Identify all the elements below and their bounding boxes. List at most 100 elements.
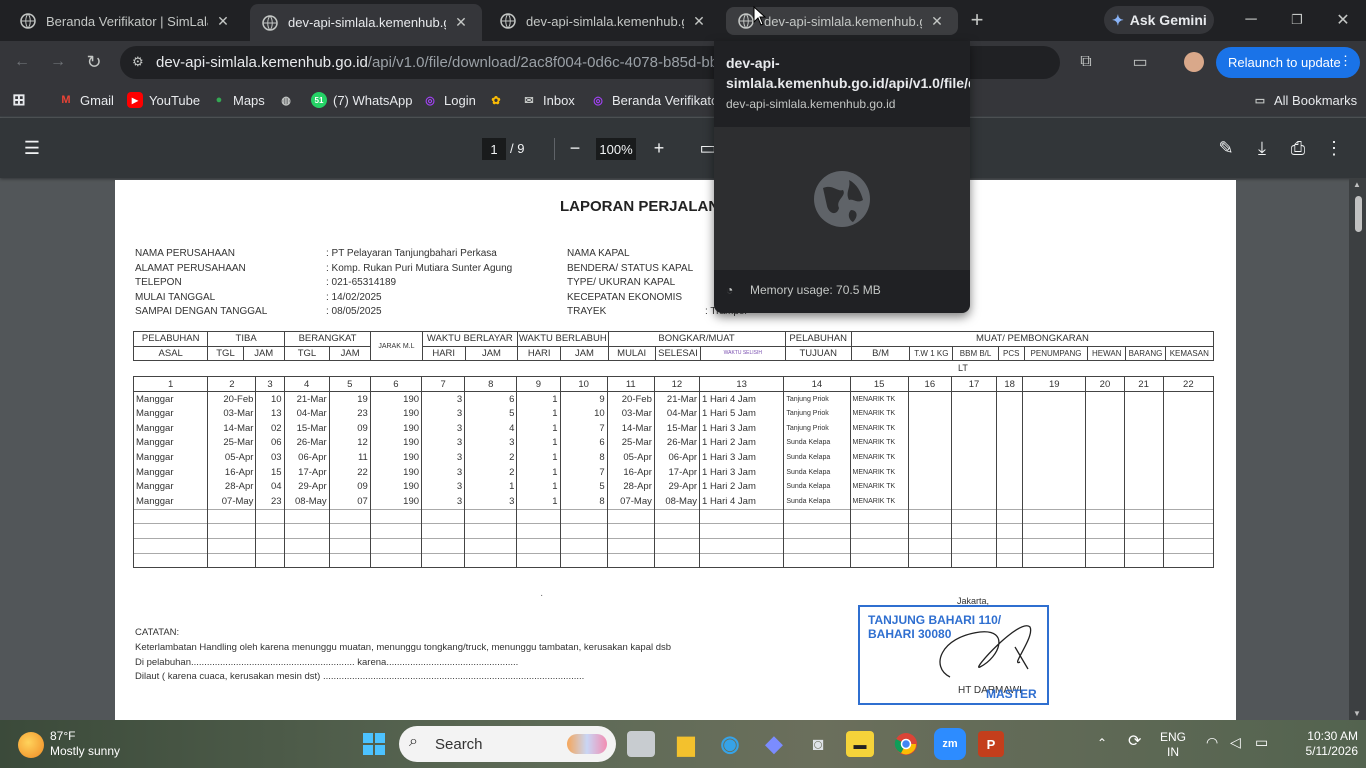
table-cell: [783, 552, 851, 569]
taskbar-search[interactable]: ⌕ Search: [399, 726, 616, 762]
table-cell: [1162, 435, 1215, 451]
cast-icon[interactable]: ▭: [1125, 47, 1155, 77]
reload-button[interactable]: ↻: [79, 47, 109, 77]
file-explorer-icon[interactable]: ▆: [670, 728, 702, 760]
table-cell: 3: [421, 450, 466, 465]
weather-sun-icon[interactable]: [18, 732, 44, 758]
bookmark-beranda[interactable]: ◎ Beranda Verifikator: [590, 92, 722, 108]
close-icon[interactable]: ✕: [928, 12, 946, 30]
annotate-icon[interactable]: ✎: [1211, 133, 1241, 163]
ask-gemini-button[interactable]: ✦ Ask Gemini: [1104, 6, 1214, 34]
site-info-icon[interactable]: ⚙: [132, 54, 144, 70]
camera-icon[interactable]: ◙: [802, 728, 834, 760]
scrollbar-thumb[interactable]: [1355, 196, 1362, 232]
bookmark-gmail[interactable]: M Gmail: [58, 92, 114, 108]
table-cell: [1022, 406, 1087, 421]
table-cell: 23: [255, 494, 285, 509]
close-icon[interactable]: ✕: [214, 12, 232, 30]
table-cell: 6: [559, 435, 608, 451]
table-cell: [1022, 508, 1087, 524]
clock[interactable]: 10:30 AM 5/11/2026: [1288, 729, 1359, 759]
weather-desc[interactable]: Mostly sunny: [50, 744, 120, 758]
scroll-down-icon[interactable]: ▼: [1353, 709, 1361, 718]
column-number: 19: [1022, 376, 1087, 392]
bookmark-globe[interactable]: ◍: [278, 92, 300, 108]
table-cell: 190: [369, 494, 423, 509]
bookmark-youtube[interactable]: ▶ YouTube: [127, 92, 200, 108]
table-cell: [907, 450, 952, 465]
zoom-out-button[interactable]: −: [560, 133, 590, 163]
column-number: 6: [369, 376, 423, 392]
table-cell: 25-Mar: [207, 435, 257, 451]
blank-row: [132, 523, 1215, 539]
minimize-button[interactable]: ─: [1236, 5, 1266, 35]
wifi-icon[interactable]: ◠: [1206, 735, 1218, 750]
tab-download-1[interactable]: dev-api-simlala.kemenhub.go.id ✕: [250, 4, 482, 41]
tab-download-2[interactable]: dev-api-simlala.kemenhub.go.id ✕: [488, 7, 720, 35]
profile-avatar[interactable]: [1179, 47, 1209, 77]
zoom-input[interactable]: 100%: [596, 138, 636, 160]
apps-icon[interactable]: ⊞: [11, 92, 33, 109]
weather-temp[interactable]: 87°F: [50, 729, 75, 743]
tab-beranda[interactable]: Beranda Verifikator | SimLala ✕: [8, 7, 244, 35]
bookmarks-bar: ⊞ M Gmail ▶ YouTube ● Maps ◍ 51 (7) WhatsApp…: [0, 84, 1366, 117]
language-indicator[interactable]: ENG IN: [1160, 730, 1186, 760]
relaunch-button[interactable]: Relaunch to update ⋮: [1216, 47, 1360, 78]
bookmark-inbox[interactable]: ✉ Inbox: [521, 92, 574, 108]
table-cell: 190: [369, 450, 423, 465]
table-cell: Tanjung Priok: [783, 391, 851, 407]
bookmark-login[interactable]: ◎ Login: [422, 92, 476, 108]
maximize-button[interactable]: ❐: [1282, 5, 1312, 35]
table-cell: [907, 464, 952, 480]
more-icon[interactable]: ⋮: [1339, 53, 1352, 69]
windows-start-icon[interactable]: [358, 728, 390, 760]
table-cell: 10: [255, 391, 285, 407]
table-cell: 190: [369, 479, 423, 495]
table-cell: [907, 523, 952, 539]
bookmark-maps[interactable]: ● Maps: [211, 92, 265, 108]
table-cell: 26-Mar: [283, 435, 330, 451]
close-window-button[interactable]: ✕: [1328, 5, 1358, 35]
sub-bbm: BBM B/L: [952, 345, 999, 361]
app-icon[interactable]: ◆: [758, 728, 790, 760]
scroll-up-icon[interactable]: ▲: [1353, 180, 1361, 189]
page-number-input[interactable]: 1: [482, 138, 506, 160]
zoom-in-button[interactable]: +: [644, 133, 674, 163]
all-bookmarks[interactable]: ▭ All Bookmarks: [1252, 92, 1357, 108]
back-button[interactable]: ←: [7, 47, 37, 77]
column-number: 22: [1162, 376, 1215, 392]
gemini-icon: ✦: [1112, 11, 1124, 28]
show-hidden-icons[interactable]: ⌃: [1097, 736, 1107, 751]
table-cell: [516, 537, 561, 554]
download-icon[interactable]: ⤓: [1247, 133, 1277, 163]
table-cell: [1022, 494, 1087, 509]
folder-icon: ▭: [1254, 94, 1266, 107]
close-icon[interactable]: ✕: [452, 14, 470, 32]
table-cell: [1022, 523, 1087, 539]
table-cell: [996, 450, 1024, 465]
zoom-icon[interactable]: zm: [934, 728, 966, 760]
close-icon[interactable]: ✕: [690, 12, 708, 30]
chrome-icon[interactable]: [890, 728, 922, 760]
bookmark-photos[interactable]: ✿: [488, 92, 510, 108]
task-view-icon[interactable]: [627, 731, 655, 757]
print-icon[interactable]: ⎙: [1283, 133, 1313, 163]
volume-icon[interactable]: ◁: [1230, 735, 1241, 750]
sticky-notes-icon[interactable]: ▬: [846, 731, 874, 757]
more-options-icon[interactable]: ⋮: [1319, 133, 1349, 163]
forward-button[interactable]: →: [43, 47, 73, 77]
edge-icon[interactable]: ◉: [714, 728, 746, 760]
powerpoint-icon[interactable]: P: [978, 731, 1004, 757]
new-tab-button[interactable]: +: [962, 5, 992, 35]
menu-icon[interactable]: ☰: [17, 133, 47, 163]
extensions-icon[interactable]: ⧉: [1071, 47, 1101, 77]
table-cell: 07-May: [207, 494, 257, 509]
table-cell: [1022, 450, 1087, 465]
vertical-scrollbar[interactable]: ▲ ▼: [1349, 178, 1366, 720]
sync-icon[interactable]: ⟳: [1128, 734, 1141, 750]
hdr-berangkat: BERANGKAT: [283, 331, 372, 347]
globe-icon: [500, 13, 516, 29]
battery-icon[interactable]: ▭: [1255, 735, 1268, 750]
table-cell: [1085, 435, 1125, 451]
bookmark-whatsapp[interactable]: 51 (7) WhatsApp: [311, 92, 412, 108]
